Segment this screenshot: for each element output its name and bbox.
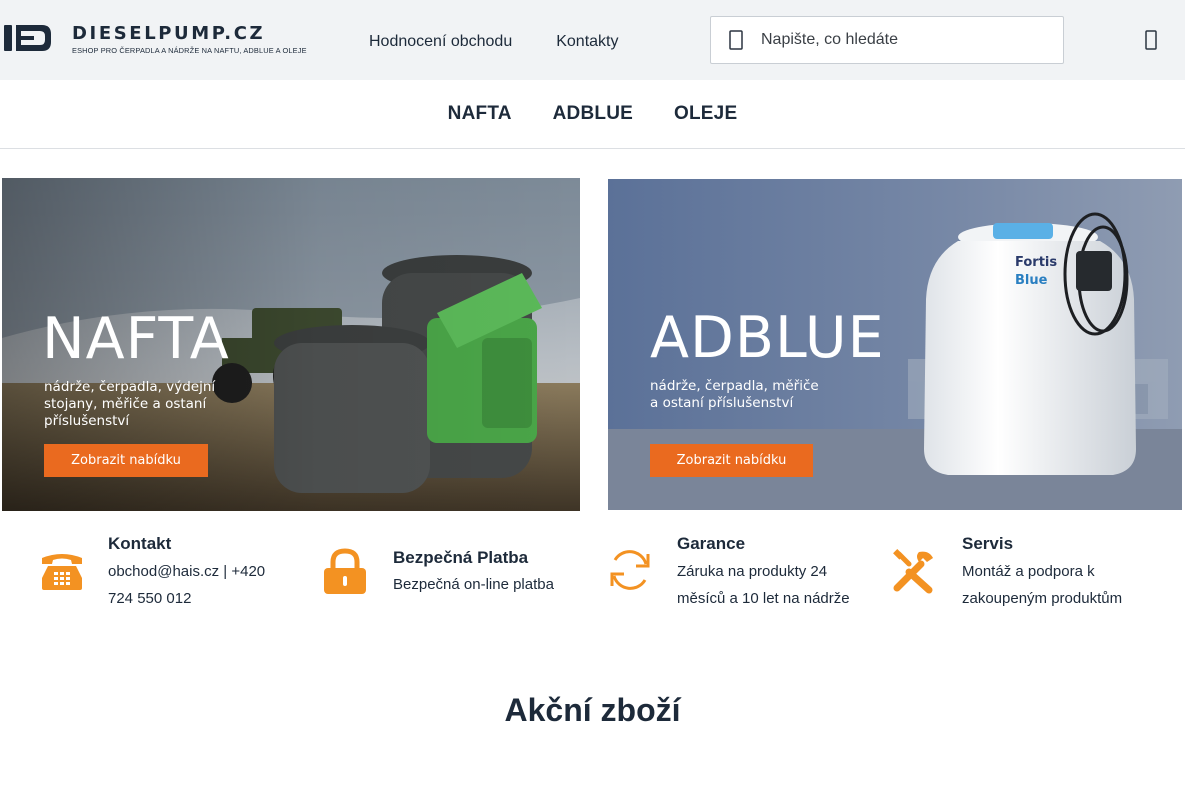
banner-adblue[interactable]: Fortis Blue ADBLUE nádrže, čerpadla, měř… — [608, 179, 1182, 510]
category-link-oleje[interactable]: OLEJE — [674, 103, 737, 125]
banner-nafta[interactable]: NAFTA nádrže, čerpadla, výdejní stojany,… — [2, 178, 580, 511]
feature-service-text: Montáž a podpora k — [962, 563, 1095, 580]
phone-icon — [37, 541, 87, 603]
refresh-icon — [605, 545, 655, 595]
banner-adblue-product-text: Fortis — [1015, 255, 1057, 270]
feature-contact-text: obchod@hais.cz | +420 — [108, 563, 266, 580]
feature-payment-text: Bezpečná on-line platba — [393, 576, 554, 593]
feature-guarantee-title: Garance — [677, 534, 746, 553]
logo-name: DIESELPUMP.CZ — [72, 23, 266, 44]
banner-nafta-subtitle: nádrže, čerpadla, výdejní stojany, měřič… — [44, 379, 216, 429]
banner-adblue-title: ADBLUE — [650, 305, 885, 371]
feature-service: Servis Montáž a podpora k zakoupeným pro… — [890, 533, 1162, 612]
site-header: DIESELPUMP.CZ ESHOP PRO ČERPADLA A NÁDRŽ… — [0, 0, 1185, 80]
site-logo[interactable]: DIESELPUMP.CZ ESHOP PRO ČERPADLA A NÁDRŽ… — [4, 23, 307, 55]
feature-payment-title: Bezpečná Platba — [393, 548, 529, 567]
category-link-nafta[interactable]: NAFTA — [448, 103, 512, 125]
feature-contact-title: Kontakt — [108, 534, 172, 553]
cart-icon[interactable] — [1140, 28, 1162, 52]
nav-link-contacts[interactable]: Kontakty — [556, 33, 618, 51]
banner-adblue-button[interactable]: Zobrazit nabídku — [650, 444, 813, 477]
logo-mark-icon — [4, 25, 51, 51]
category-nav: NAFTA ADBLUE OLEJE — [0, 80, 1185, 149]
feature-guarantee-text: měsíců a 10 let na nádrže — [677, 590, 850, 607]
feature-contact: Kontakt obchod@hais.cz | +420 724 550 01… — [37, 533, 288, 612]
category-link-adblue[interactable]: ADBLUE — [553, 103, 633, 125]
lock-icon — [321, 547, 369, 597]
search-icon[interactable] — [711, 30, 761, 50]
banner-nafta-button[interactable]: Zobrazit nabídku — [44, 444, 208, 477]
feature-service-text: zakoupeným produktům — [962, 590, 1123, 607]
nav-link-reviews[interactable]: Hodnocení obchodu — [369, 33, 512, 51]
feature-contact-text: 724 550 012 — [108, 590, 192, 607]
search-box — [710, 16, 1064, 64]
banner-nafta-title: NAFTA — [42, 306, 230, 372]
feature-guarantee-text: Záruka na produkty 24 — [677, 563, 828, 580]
feature-guarantee: Garance Záruka na produkty 24 měsíců a 1… — [605, 533, 877, 612]
feature-payment: Bezpečná Platba Bezpečná on-line platba — [321, 547, 554, 598]
feature-service-title: Servis — [962, 534, 1014, 553]
section-title-deals: Akční zboží — [504, 692, 681, 728]
logo-tagline: ESHOP PRO ČERPADLA A NÁDRŽE NA NAFTU, AD… — [72, 46, 307, 55]
search-input[interactable] — [761, 18, 1051, 62]
banner-adblue-subtitle: nádrže, čerpadla, měřiče a ostaní příslu… — [650, 378, 819, 411]
top-nav: Hodnocení obchodu Kontakty — [369, 33, 619, 51]
svg-text:Blue: Blue — [1015, 273, 1048, 288]
tools-icon — [890, 548, 938, 594]
